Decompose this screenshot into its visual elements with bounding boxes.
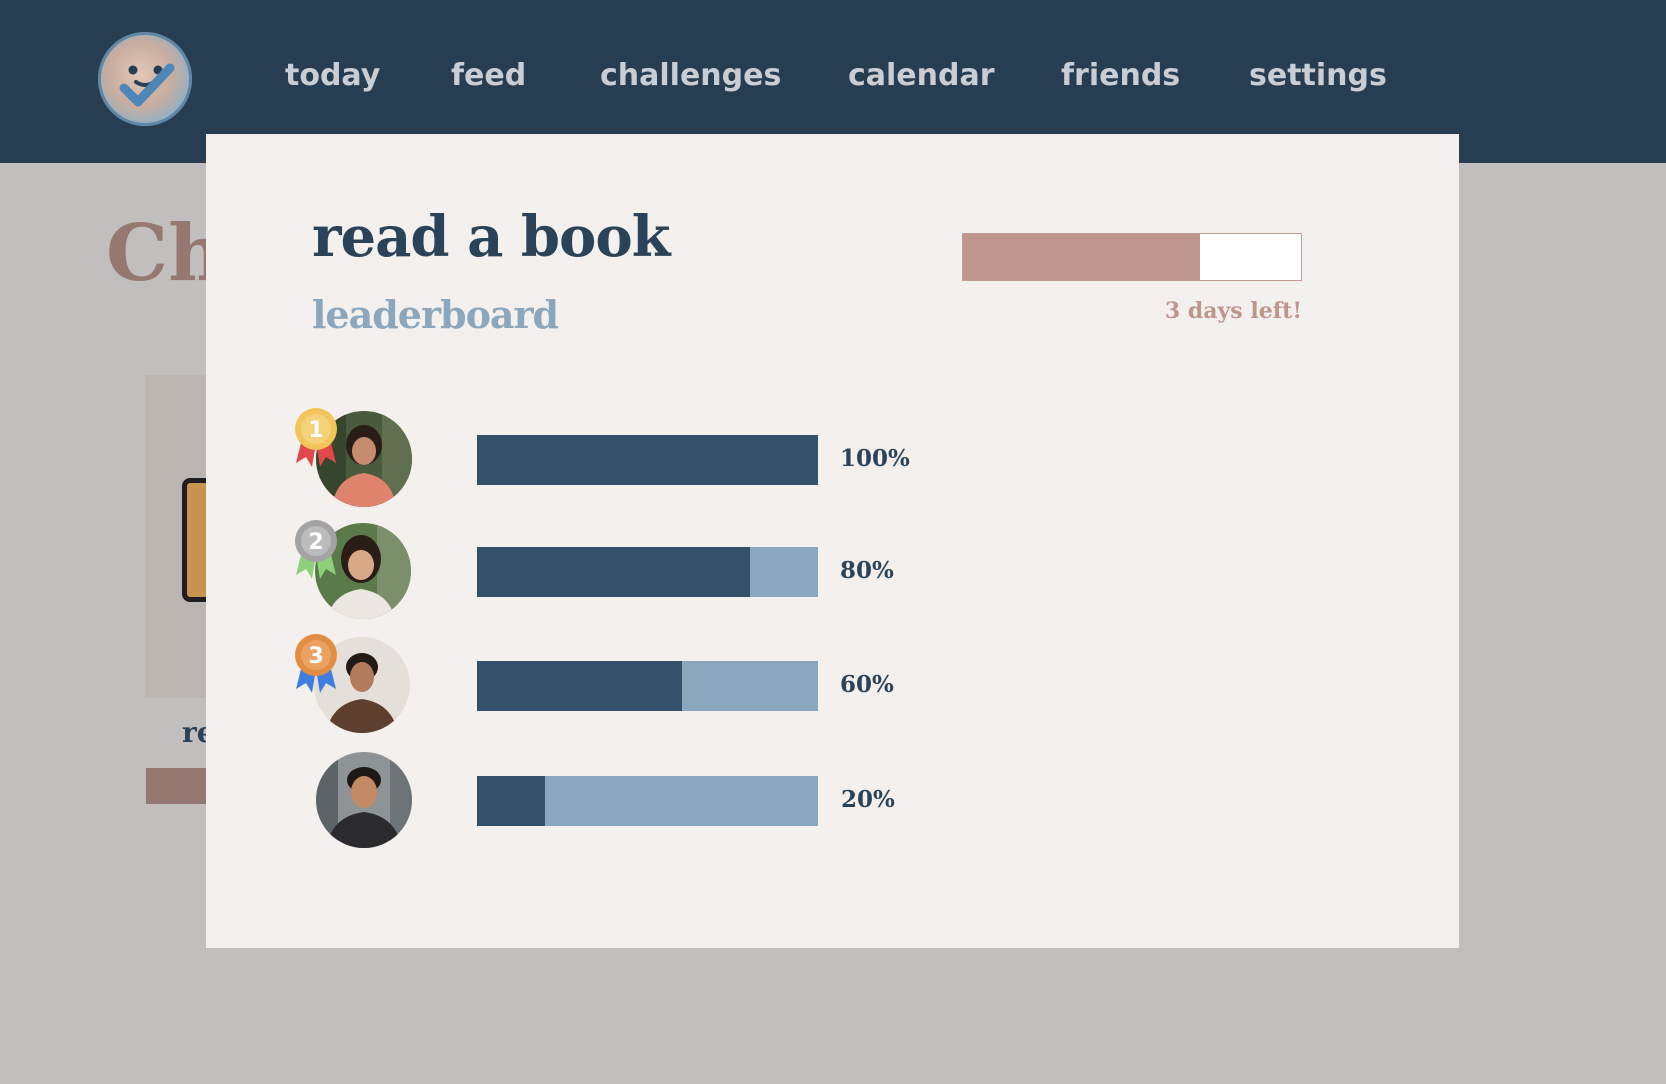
svg-text:3: 3	[308, 644, 323, 669]
time-remaining-fill	[963, 234, 1200, 280]
progress-bar-track	[477, 435, 818, 485]
bronze-medal-icon: 3	[295, 634, 337, 693]
svg-text:2: 2	[308, 530, 323, 555]
progress-bar-fill	[477, 547, 750, 597]
nav-item-today[interactable]: today	[285, 58, 380, 93]
leaderboard-row[interactable]: 20%	[206, 752, 1459, 852]
days-left-text: 3 days left!	[1164, 298, 1302, 324]
nav-item-settings[interactable]: settings	[1249, 58, 1387, 93]
progress-bar-fill	[477, 776, 546, 826]
nav-item-friends[interactable]: friends	[1061, 58, 1180, 93]
challenge-title: read a book	[312, 204, 671, 270]
progress-bar-track	[477, 661, 818, 711]
progress-percent: 20%	[841, 786, 895, 813]
silver-medal-icon: 2	[295, 520, 337, 579]
app-logo-icon[interactable]	[98, 32, 192, 126]
leaderboard-heading: leaderboard	[312, 292, 559, 337]
svg-text:1: 1	[308, 418, 323, 443]
progress-percent: 100%	[840, 445, 910, 472]
nav-item-challenges[interactable]: challenges	[600, 58, 781, 93]
progress-bar-fill	[477, 661, 682, 711]
leaderboard-modal: read a book leaderboard 3 days left! 1 1…	[206, 134, 1459, 948]
nav-item-feed[interactable]: feed	[451, 58, 526, 93]
leaderboard-row[interactable]: 1 100%	[206, 408, 1459, 511]
time-remaining-bar	[962, 233, 1302, 281]
leaderboard-row[interactable]: 3 60%	[206, 634, 1459, 737]
nav-item-calendar[interactable]: calendar	[848, 58, 995, 93]
progress-bar-track	[477, 547, 818, 597]
progress-bar-fill	[477, 435, 818, 485]
progress-bar-track	[477, 776, 818, 826]
avatar[interactable]	[316, 752, 412, 848]
progress-percent: 60%	[840, 671, 894, 698]
leaderboard-row[interactable]: 2 80%	[206, 520, 1459, 623]
gold-medal-icon: 1	[295, 408, 337, 467]
progress-percent: 80%	[840, 557, 894, 584]
